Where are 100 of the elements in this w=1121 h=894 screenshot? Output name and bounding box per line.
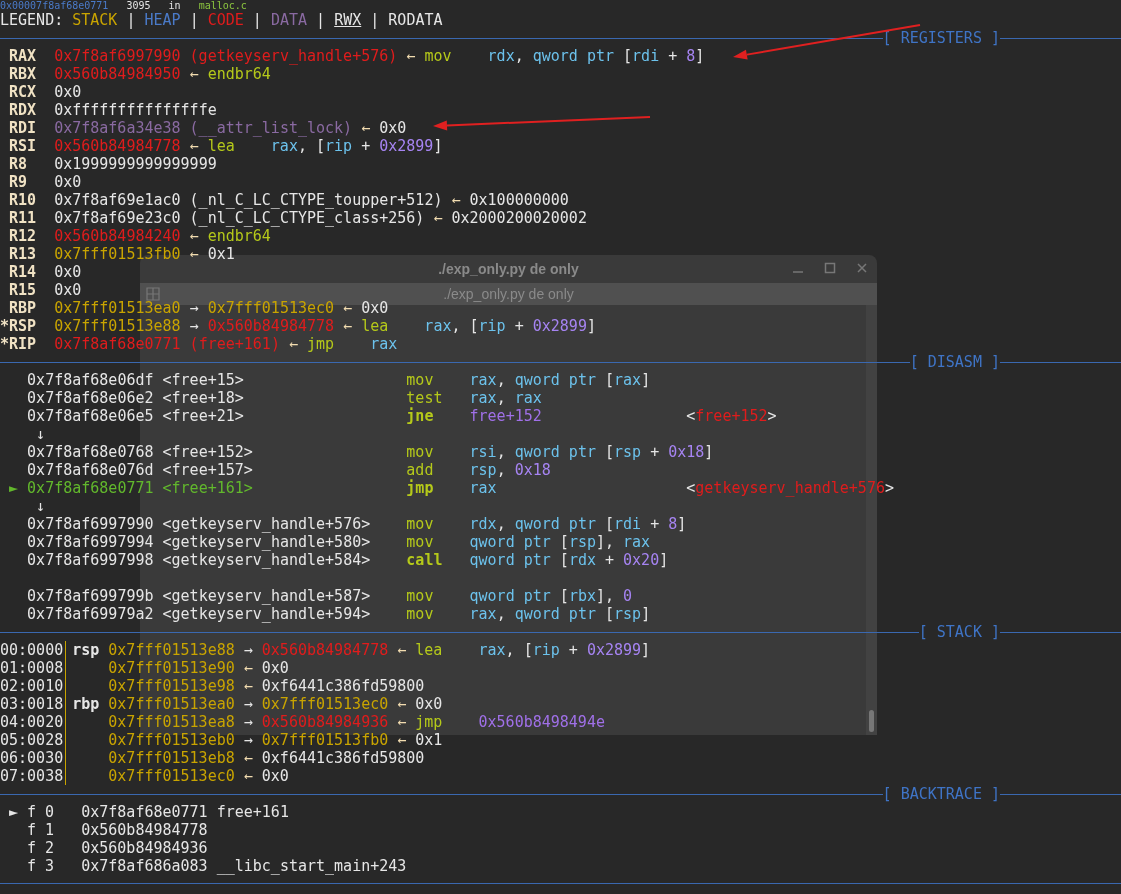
register-name: R10 bbox=[9, 191, 38, 209]
value-text: 0x7f8af6a34e38 bbox=[54, 119, 181, 137]
stack-offset: 02:0010 bbox=[0, 677, 64, 695]
instruction-address: 0x7f8af68e0771 bbox=[27, 479, 154, 497]
value-text: 0x7fff01513e88 bbox=[54, 317, 181, 335]
value-text: 0x1 bbox=[415, 731, 443, 749]
instruction-operand: rax, rax bbox=[469, 389, 543, 407]
branch-target: <getkeyserv_handle+576> bbox=[686, 479, 894, 497]
pointer-arrow: ← bbox=[406, 47, 416, 65]
instruction-mnemonic: lea bbox=[415, 641, 444, 659]
value-text: 0x7fff01513eb0 bbox=[108, 731, 235, 749]
value-text: 0x7fff01513eb8 bbox=[108, 749, 235, 767]
pointer-arrow: ← bbox=[397, 731, 407, 749]
value-text: (_nl_C_LC_CTYPE_class+256) bbox=[189, 209, 425, 227]
register-name: R14 bbox=[9, 263, 38, 281]
value-text: 0x0 bbox=[261, 659, 289, 677]
instruction-operand: rdx, qword ptr [rdi + 8] bbox=[487, 47, 705, 65]
status-text: malloc.c bbox=[198, 0, 247, 11]
register-name: RBP bbox=[9, 299, 38, 317]
instruction-operand: rax, [rip + 0x2899] bbox=[270, 137, 443, 155]
pointer-arrow: → bbox=[189, 317, 199, 335]
value-text: 0x560b84984936 bbox=[261, 713, 389, 731]
instruction-operand: qword ptr [rbx], 0 bbox=[469, 587, 634, 605]
pointer-arrow: ← bbox=[451, 191, 461, 209]
instruction-mnemonic: mov bbox=[406, 587, 435, 605]
pointer-arrow: → bbox=[243, 641, 253, 659]
value-text: 0x7f8af68e0771 bbox=[54, 335, 181, 353]
tab-title[interactable]: ./exp_only.py de only bbox=[443, 285, 574, 303]
stack-offset: 04:0020 bbox=[0, 713, 64, 731]
pointer-arrow: ← bbox=[189, 227, 199, 245]
instruction-mnemonic: lea bbox=[361, 317, 390, 335]
section-title: [ DISASM ] bbox=[909, 353, 1000, 371]
value-text: 0x0 bbox=[54, 173, 82, 191]
value-text: 0x7fff01513ec0 bbox=[261, 695, 389, 713]
value-text: 0x7fff01513e98 bbox=[108, 677, 235, 695]
value-text: 0x0 bbox=[54, 263, 82, 281]
layout-icon[interactable] bbox=[145, 286, 161, 302]
instruction-address: 0x7f8af6997994 bbox=[27, 533, 154, 551]
instruction-mnemonic: mov bbox=[406, 533, 435, 551]
frame-number: f 2 bbox=[27, 839, 55, 857]
instruction-address: 0x7f8af68e06e2 bbox=[27, 389, 154, 407]
frame-number: f 0 bbox=[27, 803, 55, 821]
frame-number: f 3 bbox=[27, 857, 55, 875]
instruction-address: 0x7f8af699799b bbox=[27, 587, 154, 605]
instruction-mnemonic: mov bbox=[424, 47, 453, 65]
register-name: R15 bbox=[9, 281, 38, 299]
window-title: ./exp_only.py de only bbox=[438, 260, 579, 278]
pointer-arrow: ← bbox=[189, 245, 199, 263]
instruction-address: 0x7f8af68e076d bbox=[27, 461, 154, 479]
instruction-address: 0x7f8af68e0768 bbox=[27, 443, 154, 461]
symbol-label: <getkeyserv_handle+576> bbox=[162, 515, 372, 533]
pointer-arrow: ← bbox=[397, 641, 407, 659]
symbol-label: <free+21> bbox=[162, 407, 245, 425]
instruction-address: 0x7f8af6997998 bbox=[27, 551, 154, 569]
value-text: 0xf6441c386fd59800 bbox=[261, 749, 425, 767]
instruction-operand: rax bbox=[370, 335, 398, 353]
value-text: 0x7fff01513ec0 bbox=[207, 299, 335, 317]
section-title: [ STACK ] bbox=[918, 623, 1000, 641]
current-marker: ► bbox=[9, 479, 19, 497]
branch-target: <free+152> bbox=[686, 407, 777, 425]
value-text: (free+161) bbox=[189, 335, 280, 353]
pointer-arrow: ← bbox=[433, 209, 443, 227]
value-text: 0x560b84984778 bbox=[207, 317, 335, 335]
value-text: 0x7f8af69e1ac0 bbox=[54, 191, 181, 209]
maximize-icon[interactable] bbox=[823, 261, 837, 275]
instruction-operand: rsi, qword ptr [rsp + 0x18] bbox=[469, 443, 714, 461]
instruction-mnemonic: jmp bbox=[406, 479, 435, 497]
flow-arrow: ↓ bbox=[36, 425, 46, 443]
status-text: in bbox=[168, 0, 181, 11]
value-text: 0x560b84984778 bbox=[261, 641, 389, 659]
close-icon[interactable] bbox=[855, 261, 869, 275]
pointer-arrow: ← bbox=[361, 119, 371, 137]
instruction-address: 0x7f8af6997990 bbox=[27, 515, 154, 533]
symbol-label: <getkeyserv_handle+580> bbox=[162, 533, 372, 551]
instruction-operand: rax, qword ptr [rsp] bbox=[469, 605, 652, 623]
instruction-address: 0x7f8af69979a2 bbox=[27, 605, 154, 623]
value-text: 0x1999999999999999 bbox=[54, 155, 217, 173]
register-name: RAX bbox=[9, 47, 38, 65]
pointer-arrow: ← bbox=[189, 137, 199, 155]
value-text: (getkeyserv_handle+576) bbox=[189, 47, 398, 65]
value-text: 0x7fff01513ea0 bbox=[108, 695, 235, 713]
flow-arrow: ↓ bbox=[36, 497, 46, 515]
register-name: RSI bbox=[9, 137, 38, 155]
register-name: R11 bbox=[9, 209, 38, 227]
value-text: 0x7fff01513ec0 bbox=[108, 767, 235, 785]
pointer-arrow: ← bbox=[343, 299, 353, 317]
value-text: 0x1 bbox=[207, 245, 235, 263]
symbol-label: <free+161> bbox=[162, 479, 254, 497]
frame-symbol: __libc_start_main+243 bbox=[216, 857, 407, 875]
instruction-operand: 0x560b8498494e bbox=[478, 713, 605, 731]
value-text: 0xfffffffffffffffe bbox=[54, 101, 217, 119]
symbol-label: <free+15> bbox=[162, 371, 245, 389]
value-text: 0x7f8af6997990 bbox=[54, 47, 181, 65]
symbol-label: <getkeyserv_handle+584> bbox=[162, 551, 372, 569]
instruction-operand: rdx, qword ptr [rdi + 8] bbox=[469, 515, 687, 533]
instruction-mnemonic: endbr64 bbox=[207, 227, 271, 245]
status-text: 3095 bbox=[126, 0, 151, 11]
symbol-label: <free+152> bbox=[162, 443, 254, 461]
instruction-mnemonic: jmp bbox=[415, 713, 444, 731]
stack-offset: 05:0028 bbox=[0, 731, 64, 749]
